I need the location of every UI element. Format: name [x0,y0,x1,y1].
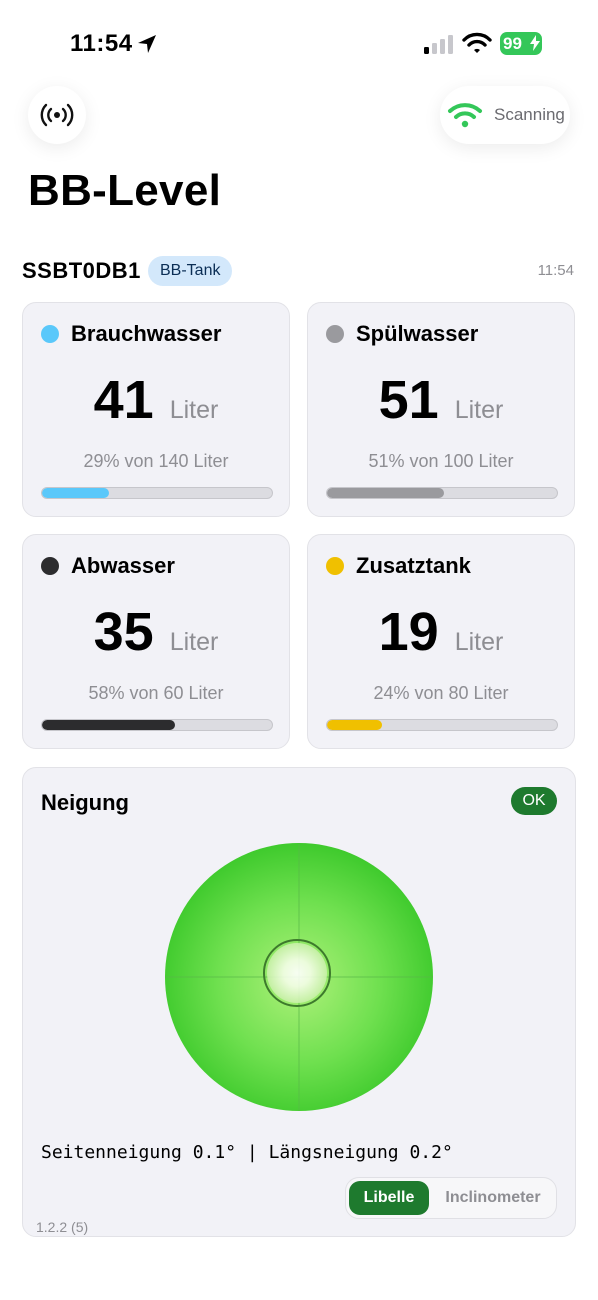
tank-level-bar [41,487,273,499]
tank-level-fill [42,720,176,730]
tank-card-spuelwasser[interactable]: Spülwasser 51 Liter 51% von 100 Liter [307,302,575,517]
tank-level-bar [326,719,558,731]
tank-name: Abwasser [71,553,175,578]
tank-percent-text: 29% von 140 Liter [83,451,229,471]
bubble-level [165,843,433,1111]
cellular-signal-icon [424,35,453,54]
tank-percent-text: 58% von 60 Liter [88,683,224,703]
location-arrow-icon [138,35,156,53]
tank-color-dot [326,325,344,343]
tank-card-zusatztank[interactable]: Zusatztank 19 Liter 24% von 80 Liter [307,534,575,749]
tank-name: Zusatztank [356,553,471,578]
last-update-time: 11:54 [537,262,574,279]
tank-level-fill [327,488,445,498]
page-title: BB-Level [28,166,222,215]
tank-value: 35 [93,602,154,662]
tank-color-dot [326,557,344,575]
wifi-icon [448,103,482,128]
battery-indicator: 99 [500,32,542,55]
tilt-card: Neigung OK Seitenneigung 0.1° | Längsnei… [22,767,576,1237]
tilt-status-badge: OK [511,787,557,815]
tank-value: 51 [378,370,439,430]
app-version: 1.2.2 (5) [36,1219,89,1235]
scanning-label: Scanning [494,105,565,124]
charging-bolt-icon [530,35,540,51]
device-type-badge: BB-Tank [148,256,233,286]
tank-level-bar [41,719,273,731]
antenna-button[interactable] [28,86,86,144]
tank-unit: Liter [169,628,219,656]
tank-name: Spülwasser [356,321,479,346]
tank-card-brauchwasser[interactable]: Brauchwasser 41 Liter 29% von 140 Liter [22,302,290,517]
tank-value: 19 [378,602,439,662]
tilt-readout: Seitenneigung 0.1° | Längsneigung 0.2° [41,1142,453,1163]
segment-inclinometer[interactable]: Inclinometer [432,1181,554,1215]
status-bar: 11:54 99 [0,0,598,88]
segment-libelle[interactable]: Libelle [349,1181,429,1215]
tank-unit: Liter [454,396,504,424]
tank-unit: Liter [169,396,219,424]
tank-level-fill [327,720,383,730]
tank-color-dot [41,325,59,343]
tank-percent-text: 51% von 100 Liter [368,451,514,471]
device-id: SSBT0DB1 [22,258,141,283]
tank-color-dot [41,557,59,575]
tank-value-row: 35 Liter [23,601,289,663]
battery-level: 99 [503,34,522,53]
tank-name: Brauchwasser [71,321,222,346]
tank-value-row: 19 Liter [308,601,574,663]
level-bubble [267,943,327,1003]
tank-unit: Liter [454,628,504,656]
tank-value-row: 51 Liter [308,369,574,431]
tank-card-abwasser[interactable]: Abwasser 35 Liter 58% von 60 Liter [22,534,290,749]
tank-value: 41 [93,370,154,430]
tank-value-row: 41 Liter [23,369,289,431]
status-time: 11:54 [70,30,133,57]
tank-percent-text: 24% von 80 Liter [373,683,509,703]
tilt-mode-segmented-control: Libelle Inclinometer [345,1177,557,1219]
tilt-title: Neigung [41,790,129,815]
antenna-icon [40,103,74,127]
tank-level-fill [42,488,109,498]
scanning-status-pill[interactable]: Scanning [440,86,570,144]
tank-level-bar [326,487,558,499]
wifi-status-icon [462,32,492,53]
